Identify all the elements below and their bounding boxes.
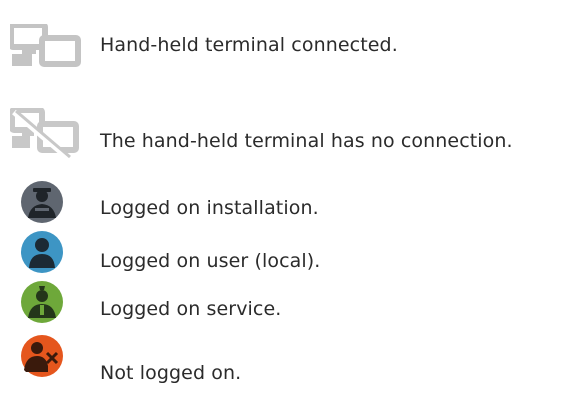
user-service-icon	[20, 280, 64, 324]
legend-row-terminal-disconnected: The hand-held terminal has no connection…	[0, 108, 578, 160]
terminal-connected-icon	[10, 24, 82, 68]
legend-row-terminal-connected: Hand-held terminal connected.	[0, 24, 578, 68]
user-local-icon	[20, 230, 64, 274]
legend-label: The hand-held terminal has no connection…	[100, 130, 513, 152]
legend-label: Logged on user (local).	[100, 250, 321, 272]
user-not-logged-icon	[20, 334, 64, 378]
terminal-disconnected-icon	[10, 108, 82, 160]
legend-label: Not logged on.	[100, 362, 242, 384]
legend-row-installation: Logged on installation.	[0, 180, 578, 224]
legend-row-user-local: Logged on user (local).	[0, 230, 578, 274]
legend-row-service: Logged on service.	[0, 280, 578, 324]
user-installation-icon	[20, 180, 64, 224]
legend-row-not-logged: Not logged on.	[0, 334, 578, 384]
legend-label: Logged on service.	[100, 298, 282, 320]
legend-label: Logged on installation.	[100, 197, 319, 219]
legend-label: Hand-held terminal connected.	[100, 34, 398, 56]
